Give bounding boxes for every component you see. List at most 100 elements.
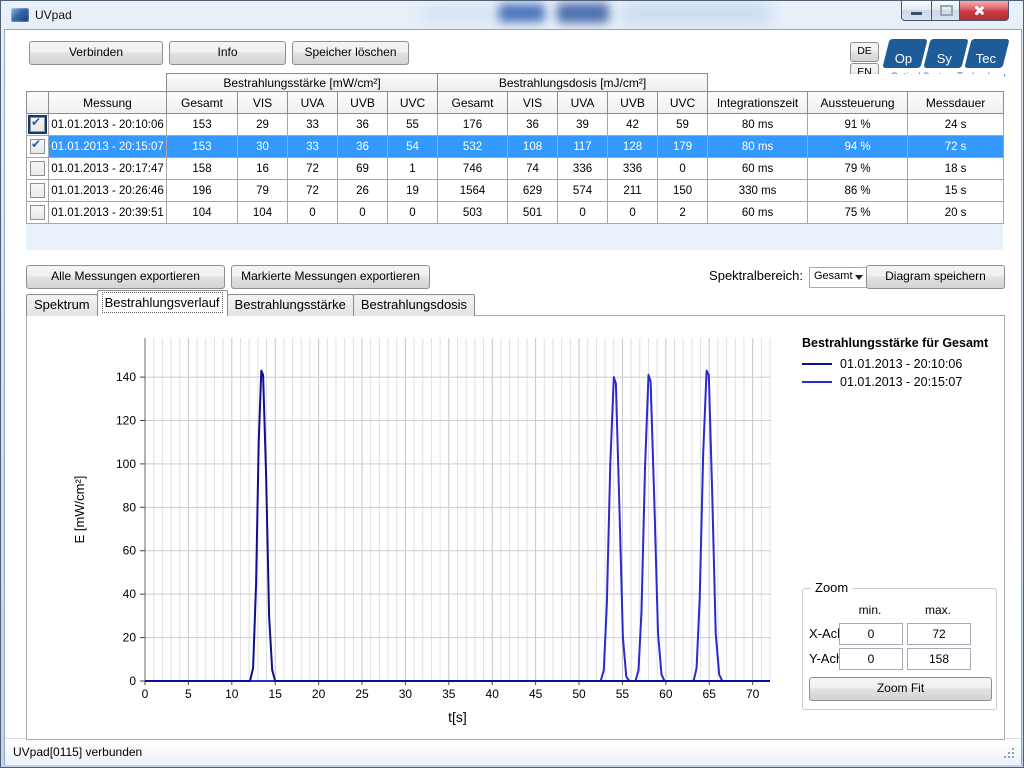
zoom-fit-button[interactable]: Zoom Fit bbox=[809, 677, 992, 701]
language-de-button[interactable]: DE bbox=[850, 42, 879, 62]
close-button[interactable] bbox=[959, 1, 1009, 21]
column-header: UVC bbox=[658, 92, 708, 114]
zoom-min-header: min. bbox=[839, 603, 901, 617]
checkmark-icon: ✔ bbox=[31, 115, 41, 129]
logo-segment: Op bbox=[882, 39, 927, 68]
tab-spektrum[interactable]: Spektrum bbox=[26, 294, 98, 316]
table-cell: 196 bbox=[167, 180, 238, 202]
group-header-dose: Bestrahlungsdosis [mJ/cm²] bbox=[438, 74, 708, 92]
tab-bestrahlungsstärke[interactable]: Bestrahlungsstärke bbox=[227, 294, 354, 316]
svg-text:80: 80 bbox=[123, 500, 137, 514]
row-checkbox[interactable] bbox=[30, 205, 45, 220]
titlebar-glass-decoration bbox=[621, 7, 771, 20]
logo-segment: Sy bbox=[923, 39, 968, 68]
svg-text:60: 60 bbox=[123, 544, 137, 558]
y-max-input[interactable] bbox=[907, 648, 971, 670]
table-cell: 16 bbox=[238, 158, 288, 180]
table-cell: 336 bbox=[608, 158, 658, 180]
table-cell: 01.01.2013 - 20:15:07 bbox=[49, 136, 167, 158]
info-button[interactable]: Info bbox=[169, 41, 286, 65]
table-cell: 79 % bbox=[808, 158, 908, 180]
legend-line-swatch bbox=[802, 381, 832, 383]
table-cell: 33 bbox=[288, 136, 338, 158]
x-max-input[interactable] bbox=[907, 623, 971, 645]
table-cell: 01.01.2013 - 20:17:47 bbox=[49, 158, 167, 180]
table-cell: 176 bbox=[438, 114, 508, 136]
table-cell: 39 bbox=[558, 114, 608, 136]
table-cell: 104 bbox=[238, 202, 288, 224]
titlebar[interactable]: UVpad bbox=[1, 1, 1023, 30]
svg-text:45: 45 bbox=[529, 687, 543, 701]
table-cell: 36 bbox=[338, 114, 388, 136]
table-cell: 30 bbox=[238, 136, 288, 158]
row-checkbox[interactable]: ✔ bbox=[30, 117, 45, 132]
table-cell: 26 bbox=[338, 180, 388, 202]
column-header: Gesamt bbox=[167, 92, 238, 114]
column-header: Gesamt bbox=[438, 92, 508, 114]
legend-entries: 01.01.2013 - 20:10:0601.01.2013 - 20:15:… bbox=[802, 357, 998, 389]
checkbox-cell: ✔ bbox=[27, 136, 49, 158]
table-cell: 15 s bbox=[908, 180, 1004, 202]
resize-grip-icon[interactable] bbox=[1012, 756, 1014, 758]
client-area: Verbinden Info Speicher löschen DE EN Op… bbox=[5, 30, 1021, 764]
legend-entry: 01.01.2013 - 20:10:06 bbox=[802, 357, 998, 371]
table-cell: 80 ms bbox=[708, 114, 808, 136]
logo-segments: OpSyTec bbox=[882, 39, 1013, 68]
connect-button[interactable]: Verbinden bbox=[29, 41, 163, 65]
table-cell: 128 bbox=[608, 136, 658, 158]
svg-text:100: 100 bbox=[116, 457, 136, 471]
row-checkbox[interactable]: ✔ bbox=[30, 139, 45, 154]
export-all-button[interactable]: Alle Messungen exportieren bbox=[26, 265, 225, 289]
table-cell: 72 s bbox=[908, 136, 1004, 158]
row-checkbox[interactable] bbox=[30, 161, 45, 176]
titlebar-glass-decoration bbox=[557, 3, 609, 23]
table-cell: 55 bbox=[388, 114, 438, 136]
table-cell: 330 ms bbox=[708, 180, 808, 202]
column-header: UVB bbox=[608, 92, 658, 114]
checkbox-cell bbox=[27, 158, 49, 180]
export-marked-button[interactable]: Markierte Messungen exportieren bbox=[231, 265, 430, 289]
table-cell: 574 bbox=[558, 180, 608, 202]
table-cell: 01.01.2013 - 20:39:51 bbox=[49, 202, 167, 224]
logo-segment: Tec bbox=[964, 39, 1009, 68]
table-cell: 91 % bbox=[808, 114, 908, 136]
row-checkbox[interactable] bbox=[30, 183, 45, 198]
svg-text:40: 40 bbox=[123, 587, 137, 601]
column-header: UVB bbox=[338, 92, 388, 114]
table-row[interactable]: ✔01.01.2013 - 20:15:07153303336545321081… bbox=[27, 136, 1004, 158]
table-row[interactable]: ✔01.01.2013 - 20:10:06153293336551763639… bbox=[27, 114, 1004, 136]
table-cell: 42 bbox=[608, 114, 658, 136]
svg-text:20: 20 bbox=[312, 687, 326, 701]
tab-bestrahlungsverlauf[interactable]: Bestrahlungsverlauf bbox=[97, 290, 228, 316]
column-header: VIS bbox=[238, 92, 288, 114]
table-cell: 18 s bbox=[908, 158, 1004, 180]
table-cell: 79 bbox=[238, 180, 288, 202]
table-row[interactable]: 01.01.2013 - 20:17:471581672691746743363… bbox=[27, 158, 1004, 180]
y-min-input[interactable] bbox=[839, 648, 903, 670]
tab-label: Bestrahlungsstärke bbox=[235, 297, 346, 312]
table-row[interactable]: 01.01.2013 - 20:26:461967972261915646295… bbox=[27, 180, 1004, 202]
clear-memory-button[interactable]: Speicher löschen bbox=[292, 41, 409, 65]
maximize-button[interactable] bbox=[932, 1, 959, 21]
tab-bestrahlungsdosis[interactable]: Bestrahlungsdosis bbox=[353, 294, 475, 316]
table-cell: 94 % bbox=[808, 136, 908, 158]
column-header: VIS bbox=[508, 92, 558, 114]
spectral-range-select[interactable]: Gesamt bbox=[809, 267, 868, 288]
spectral-range-label: Spektralbereich: bbox=[685, 268, 803, 283]
table-cell: 69 bbox=[338, 158, 388, 180]
save-diagram-button[interactable]: Diagram speichern bbox=[866, 265, 1005, 289]
table-cell: 60 ms bbox=[708, 158, 808, 180]
tab-strip: SpektrumBestrahlungsverlauf Bestrahlungss… bbox=[26, 291, 474, 316]
table-cell: 0 bbox=[338, 202, 388, 224]
table-cell: 36 bbox=[508, 114, 558, 136]
table-cell: 503 bbox=[438, 202, 508, 224]
table-cell: 2 bbox=[658, 202, 708, 224]
checkmark-icon: ✔ bbox=[31, 137, 41, 151]
minimize-button[interactable] bbox=[901, 1, 932, 21]
table-row[interactable]: 01.01.2013 - 20:39:511041040005035010026… bbox=[27, 202, 1004, 224]
table-cell: 24 s bbox=[908, 114, 1004, 136]
table-cell: 80 ms bbox=[708, 136, 808, 158]
legend-title: Bestrahlungsstärke für Gesamt bbox=[802, 336, 998, 350]
column-header: Integrationszeit bbox=[708, 92, 808, 114]
x-min-input[interactable] bbox=[839, 623, 903, 645]
